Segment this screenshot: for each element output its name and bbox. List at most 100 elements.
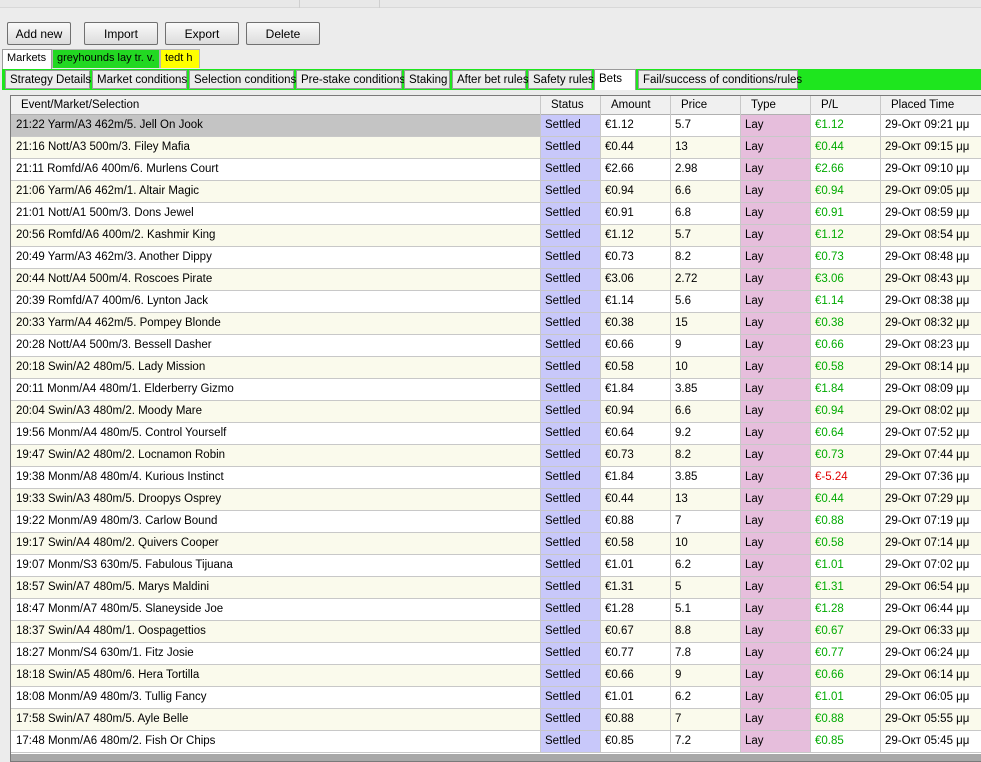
cell-amount: €1.84: [601, 379, 671, 401]
table-row[interactable]: 18:57 Swin/A7 480m/5. Marys Maldini Settl…: [11, 577, 981, 599]
cell-pl: €0.77: [811, 643, 881, 665]
cell-placed-time: 29-Окт 07:44 μμ: [881, 445, 981, 467]
cell-placed-time: 29-Окт 06:44 μμ: [881, 599, 981, 621]
table-row[interactable]: 18:47 Monm/A7 480m/5. Slaneyside Joe Sett…: [11, 599, 981, 621]
tab-staking[interactable]: Staking: [404, 70, 450, 89]
table-row[interactable]: 21:11 Romfd/A6 400m/6. Murlens Court Sett…: [11, 159, 981, 181]
tab-fail-success-of-conditions-rules[interactable]: Fail/success of conditions/rules: [638, 70, 802, 89]
table-row[interactable]: 18:08 Monm/A9 480m/3. Tullig Fancy Settle…: [11, 687, 981, 709]
cell-type: Lay: [741, 291, 811, 313]
cell-pl: €-5.24: [811, 467, 881, 489]
cell-amount: €0.66: [601, 665, 671, 687]
cell-placed-time: 29-Окт 06:33 μμ: [881, 621, 981, 643]
cell-event-market-selection: 19:56 Monm/A4 480m/5. Control Yourself: [11, 423, 541, 445]
cell-event-market-selection: 20:44 Nott/A4 500m/4. Roscoes Pirate: [11, 269, 541, 291]
cell-type: Lay: [741, 313, 811, 335]
cell-placed-time: 29-Окт 08:59 μμ: [881, 203, 981, 225]
table-row[interactable]: 19:56 Monm/A4 480m/5. Control Yourself Se…: [11, 423, 981, 445]
column-header-status[interactable]: Status: [541, 96, 601, 115]
cell-price: 8.2: [671, 247, 741, 269]
table-row[interactable]: 21:22 Yarm/A3 462m/5. Jell On Jook Settle…: [11, 115, 981, 137]
table-row[interactable]: 19:33 Swin/A3 480m/5. Droopys Osprey Sett…: [11, 489, 981, 511]
table-row[interactable]: 18:37 Swin/A4 480m/1. Oospagettios Settle…: [11, 621, 981, 643]
cell-amount: €1.01: [601, 555, 671, 577]
table-row[interactable]: 18:27 Monm/S4 630m/1. Fitz Josie Settled €…: [11, 643, 981, 665]
cell-placed-time: 29-Окт 07:36 μμ: [881, 467, 981, 489]
cell-price: 6.6: [671, 181, 741, 203]
cell-type: Lay: [741, 621, 811, 643]
cell-type: Lay: [741, 467, 811, 489]
tab-greyhounds-lay-tr-v[interactable]: greyhounds lay tr. v.: [52, 49, 160, 68]
export-button[interactable]: Export: [165, 22, 239, 45]
horizontal-scrollbar[interactable]: [11, 754, 981, 761]
cell-placed-time: 29-Окт 08:32 μμ: [881, 313, 981, 335]
table-row[interactable]: 20:49 Yarm/A3 462m/3. Another Dippy Settl…: [11, 247, 981, 269]
table-row[interactable]: 20:56 Romfd/A6 400m/2. Kashmir King Settl…: [11, 225, 981, 247]
cell-amount: €0.44: [601, 137, 671, 159]
table-row[interactable]: 20:04 Swin/A3 480m/2. Moody Mare Settled €…: [11, 401, 981, 423]
cell-type: Lay: [741, 731, 811, 753]
table-row[interactable]: 17:58 Swin/A7 480m/5. Ayle Belle Settled €…: [11, 709, 981, 731]
cell-placed-time: 29-Окт 09:21 μμ: [881, 115, 981, 137]
column-header-price[interactable]: Price: [671, 96, 741, 115]
cell-event-market-selection: 19:17 Swin/A4 480m/2. Quivers Cooper: [11, 533, 541, 555]
table-row[interactable]: 20:39 Romfd/A7 400m/6. Lynton Jack Settle…: [11, 291, 981, 313]
column-header-placed-time[interactable]: Placed Time: [881, 96, 981, 115]
cell-type: Lay: [741, 115, 811, 137]
cell-amount: €0.94: [601, 181, 671, 203]
tab-market-conditions[interactable]: Market conditions: [92, 70, 187, 89]
table-row[interactable]: 18:18 Swin/A5 480m/6. Hera Tortilla Settl…: [11, 665, 981, 687]
delete-button[interactable]: Delete: [246, 22, 320, 45]
table-row[interactable]: 20:44 Nott/A4 500m/4. Roscoes Pirate Sett…: [11, 269, 981, 291]
cell-type: Lay: [741, 159, 811, 181]
cell-amount: €0.64: [601, 423, 671, 445]
cell-type: Lay: [741, 203, 811, 225]
cell-type: Lay: [741, 225, 811, 247]
tab-safety-rules[interactable]: Safety rules: [528, 70, 594, 89]
tab-tedt-h[interactable]: tedt h: [160, 49, 200, 68]
cell-price: 2.98: [671, 159, 741, 181]
cell-amount: €0.58: [601, 533, 671, 555]
cell-event-market-selection: 20:49 Yarm/A3 462m/3. Another Dippy: [11, 247, 541, 269]
top-strip-segment: [300, 0, 380, 8]
table-row[interactable]: 19:22 Monm/A9 480m/3. Carlow Bound Settle…: [11, 511, 981, 533]
cell-pl: €1.12: [811, 115, 881, 137]
cell-price: 6.8: [671, 203, 741, 225]
cell-placed-time: 29-Окт 08:23 μμ: [881, 335, 981, 357]
table-row[interactable]: 19:47 Swin/A2 480m/2. Locnamon Robin Sett…: [11, 445, 981, 467]
table-row[interactable]: 17:48 Monm/A6 480m/2. Fish Or Chips Settl…: [11, 731, 981, 753]
table-row[interactable]: 20:18 Swin/A2 480m/5. Lady Mission Settle…: [11, 357, 981, 379]
tab-pre-stake-conditions[interactable]: Pre-stake conditions: [296, 70, 405, 89]
tab-bets[interactable]: Bets: [594, 69, 636, 90]
cell-type: Lay: [741, 665, 811, 687]
table-row[interactable]: 21:01 Nott/A1 500m/3. Dons Jewel Settled €…: [11, 203, 981, 225]
table-row[interactable]: 20:11 Monm/A4 480m/1. Elderberry Gizmo Se…: [11, 379, 981, 401]
cell-event-market-selection: 21:01 Nott/A1 500m/3. Dons Jewel: [11, 203, 541, 225]
cell-type: Lay: [741, 687, 811, 709]
table-row[interactable]: 21:16 Nott/A3 500m/3. Filey Mafia Settled…: [11, 137, 981, 159]
column-header-pl[interactable]: P/L: [811, 96, 881, 115]
cell-placed-time: 29-Окт 07:29 μμ: [881, 489, 981, 511]
tab-after-bet-rules[interactable]: After bet rules: [452, 70, 529, 89]
cell-pl: €1.01: [811, 687, 881, 709]
table-row[interactable]: 19:17 Swin/A4 480m/2. Quivers Cooper Sett…: [11, 533, 981, 555]
cell-event-market-selection: 20:18 Swin/A2 480m/5. Lady Mission: [11, 357, 541, 379]
table-row[interactable]: 20:28 Nott/A4 500m/3. Bessell Dasher Sett…: [11, 335, 981, 357]
tab-markets[interactable]: Markets: [2, 49, 52, 69]
cell-status: Settled: [541, 577, 601, 599]
cell-pl: €0.73: [811, 445, 881, 467]
table-row[interactable]: 21:06 Yarm/A6 462m/1. Altair Magic Settle…: [11, 181, 981, 203]
cell-status: Settled: [541, 533, 601, 555]
table-row[interactable]: 20:33 Yarm/A4 462m/5. Pompey Blonde Settl…: [11, 313, 981, 335]
table-row[interactable]: 19:07 Monm/S3 630m/5. Fabulous Tijuana Se…: [11, 555, 981, 577]
tab-selection-conditions[interactable]: Selection conditions: [189, 70, 296, 89]
tab-strategy-details[interactable]: Strategy Details: [5, 70, 91, 89]
column-header-type[interactable]: Type: [741, 96, 811, 115]
import-button[interactable]: Import: [84, 22, 158, 45]
column-header-event-market-selection[interactable]: Event/Market/Selection: [11, 96, 541, 115]
column-header-amount[interactable]: Amount: [601, 96, 671, 115]
add-new-button[interactable]: Add new: [7, 22, 71, 45]
table-row[interactable]: 19:38 Monm/A8 480m/4. Kurious Instinct Se…: [11, 467, 981, 489]
cell-status: Settled: [541, 335, 601, 357]
cell-amount: €1.28: [601, 599, 671, 621]
